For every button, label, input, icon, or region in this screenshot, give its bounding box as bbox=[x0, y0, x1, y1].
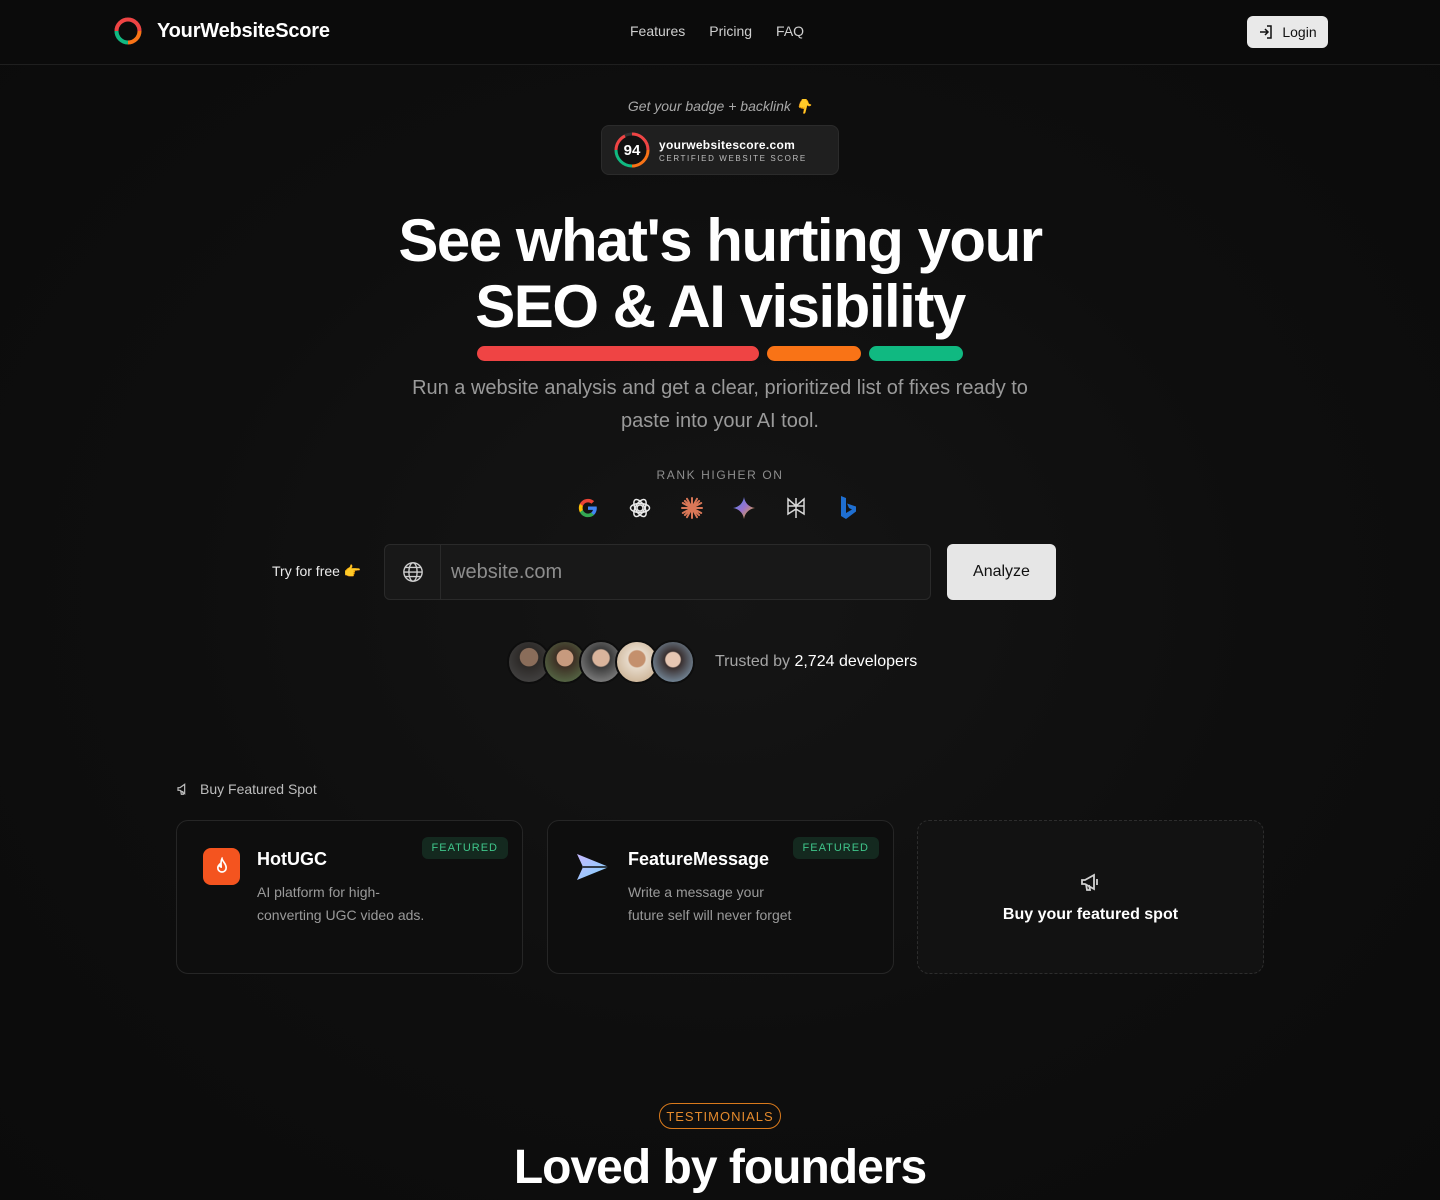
website-input-wrapper bbox=[384, 544, 931, 600]
hero-heading-line1: See what's hurting your bbox=[398, 207, 1043, 274]
nav-link-pricing[interactable]: Pricing bbox=[709, 23, 752, 39]
flame-icon bbox=[203, 848, 240, 885]
buy-featured-spot-text: Buy your featured spot bbox=[1002, 906, 1179, 923]
trusted-by-text: Trusted by 2,724 developers bbox=[715, 653, 917, 671]
gemini-icon bbox=[732, 494, 756, 522]
brand-name: YourWebsiteScore bbox=[157, 19, 330, 42]
testimonials-heading: Loved by founders bbox=[513, 1141, 927, 1194]
avatar-group bbox=[507, 640, 695, 684]
login-icon bbox=[1260, 25, 1273, 39]
bing-icon bbox=[836, 494, 860, 522]
featured-card-featuremessage[interactable]: FeatureMessage Write a message your futu… bbox=[547, 820, 894, 974]
buy-featured-spot-card[interactable]: Buy your featured spot bbox=[917, 820, 1264, 974]
hero-subtitle-line1: Run a website analysis and get a clear, … bbox=[412, 377, 1028, 399]
nav-link-faq[interactable]: FAQ bbox=[776, 23, 804, 39]
buy-featured-spot-label: Buy Featured Spot bbox=[200, 781, 317, 797]
trusted-prefix: Trusted by bbox=[715, 653, 790, 670]
website-url-input[interactable] bbox=[441, 560, 930, 584]
globe-icon bbox=[385, 545, 441, 599]
featured-tag: FEATURED bbox=[421, 837, 508, 859]
featured-card-title: HotUGC bbox=[257, 849, 327, 869]
platform-icons bbox=[576, 494, 860, 522]
featured-card-hotugc[interactable]: HotUGC AI platform for high-converting U… bbox=[176, 820, 523, 974]
badge-domain: yourwebsitescore.com bbox=[659, 137, 796, 152]
brand-logo[interactable]: YourWebsiteScore bbox=[113, 16, 330, 46]
logo-icon bbox=[114, 17, 142, 45]
underline-bar-red bbox=[477, 346, 759, 361]
hero-heading: See what's hurting your SEO & AI visibil… bbox=[0, 208, 1440, 340]
featured-tag: FEATURED bbox=[792, 837, 879, 859]
hero-subtitle: Run a website analysis and get a clear, … bbox=[380, 372, 1060, 438]
hero-subtitle-line2: paste into your AI tool. bbox=[621, 410, 819, 432]
analyze-button[interactable]: Analyze bbox=[947, 544, 1056, 600]
chatgpt-icon bbox=[628, 494, 652, 522]
claude-icon bbox=[680, 494, 704, 522]
underline-bar-green bbox=[869, 346, 963, 361]
badge-score: 94 bbox=[623, 141, 641, 159]
testimonials-tag: TESTIMONIALS bbox=[659, 1103, 781, 1129]
login-button[interactable]: Login bbox=[1247, 16, 1328, 48]
badge-score-ring: 94 bbox=[613, 131, 651, 169]
badge-caption: Get your badge + backlink 👇 bbox=[627, 98, 813, 114]
featured-card-description: AI platform for high-converting UGC vide… bbox=[257, 884, 425, 923]
nav-links: Features Pricing FAQ bbox=[630, 23, 804, 39]
badge-subtitle: CERTIFIED WEBSITE SCORE bbox=[659, 153, 807, 163]
login-label: Login bbox=[1282, 24, 1317, 40]
avatar bbox=[651, 640, 695, 684]
underline-bar-orange bbox=[767, 346, 861, 361]
megaphone-icon bbox=[177, 783, 186, 795]
featured-card-title: FeatureMessage bbox=[628, 849, 770, 869]
google-icon bbox=[576, 494, 600, 522]
featured-card-description: Write a message your future self will ne… bbox=[628, 884, 792, 923]
perplexity-icon bbox=[784, 494, 808, 522]
buy-featured-spot-link[interactable]: Buy Featured Spot bbox=[176, 781, 317, 797]
try-for-free-label: Try for free 👉 bbox=[272, 563, 362, 579]
hero-heading-line2: SEO & AI visibility bbox=[475, 273, 966, 340]
developer-count: 2,724 developers bbox=[794, 653, 918, 670]
megaphone-icon bbox=[1080, 873, 1098, 891]
rank-higher-label: RANK HIGHER ON bbox=[656, 468, 784, 482]
certified-badge[interactable]: 94 yourwebsitescore.com CERTIFIED WEBSIT… bbox=[601, 125, 839, 175]
nav-link-features[interactable]: Features bbox=[630, 23, 685, 39]
paper-plane-icon bbox=[574, 848, 611, 885]
